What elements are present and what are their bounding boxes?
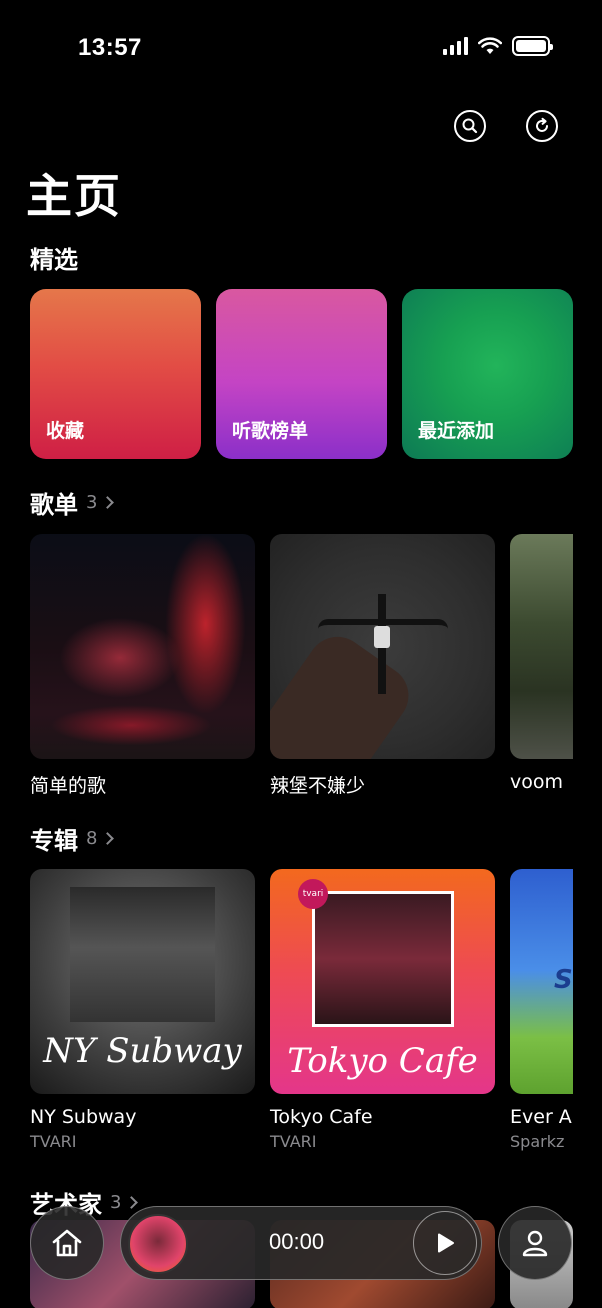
refresh-icon: [536, 117, 548, 132]
home-button[interactable]: [30, 1206, 104, 1280]
playback-time: 00:00: [269, 1229, 325, 1254]
playlists-title: 歌单: [30, 491, 78, 519]
featured-section-title: 精选: [30, 240, 78, 275]
play-icon: [438, 1233, 454, 1253]
status-time: 13:57: [78, 34, 142, 61]
playlists-row: 简单的歌 辣堡不嫌少 voom: [30, 534, 573, 798]
home-icon: [52, 1229, 82, 1257]
playlist-title: 简单的歌: [30, 775, 107, 797]
albums-row: NY Subway NY Subway TVARI tvari Tokyo Ca…: [30, 869, 573, 1151]
chevron-right-icon: [101, 496, 115, 509]
album-cover-text: NY Subway: [43, 1031, 242, 1071]
album-title: Tokyo Cafe: [270, 1106, 373, 1128]
status-icons: [443, 36, 553, 56]
playlist-tile[interactable]: 简单的歌: [30, 534, 255, 798]
album-tile[interactable]: tvari Tokyo Cafe Tokyo Cafe TVARI: [270, 869, 495, 1151]
profile-button[interactable]: [498, 1206, 572, 1280]
refresh-button[interactable]: [526, 110, 558, 142]
album-title: Ever A: [510, 1106, 572, 1128]
listening-chart-label: 听歌榜单: [232, 420, 309, 442]
battery-icon: [512, 36, 553, 56]
play-button[interactable]: [413, 1211, 477, 1275]
album-cover-text: S: [554, 965, 573, 995]
recently-added-card[interactable]: 最近添加: [402, 289, 573, 459]
album-cover-tokyo-cafe: tvari Tokyo Cafe: [270, 869, 495, 1094]
playlist-tile[interactable]: voom: [510, 534, 573, 798]
search-button[interactable]: [454, 110, 486, 142]
page-title: 主页: [26, 169, 122, 223]
wifi-icon: [478, 37, 502, 54]
top-actions: [454, 110, 558, 142]
person-icon: [522, 1230, 548, 1257]
album-cover-text: Tokyo Cafe: [287, 1041, 478, 1081]
playlist-title: voom: [510, 771, 564, 793]
playlists-count: 3: [86, 492, 115, 513]
albums-title: 专辑: [30, 827, 78, 855]
album-artist: TVARI: [30, 1132, 77, 1151]
mini-player[interactable]: 00:00: [120, 1206, 482, 1280]
listening-chart-card[interactable]: 听歌榜单: [216, 289, 387, 459]
playlist-cover-bike: [270, 534, 495, 759]
favorites-label: 收藏: [46, 420, 85, 442]
bottom-bar: 00:00: [0, 1204, 602, 1284]
status-bar: 13:57: [0, 0, 602, 96]
playlists-section-header[interactable]: 歌单 3: [30, 485, 115, 520]
search-icon: [462, 118, 478, 134]
cellular-signal-icon: [443, 37, 468, 55]
chevron-right-icon: [101, 832, 115, 845]
recently-added-label: 最近添加: [418, 420, 495, 442]
album-title: NY Subway: [30, 1106, 137, 1128]
playlist-title: 辣堡不嫌少: [270, 775, 366, 797]
playlist-cover-forest: [510, 534, 573, 759]
favorites-card[interactable]: 收藏: [30, 289, 201, 459]
playlist-cover-city: [30, 534, 255, 759]
tvari-badge: tvari: [298, 879, 328, 909]
album-cover-sky: S: [510, 869, 573, 1094]
now-playing-thumbnail[interactable]: [128, 1214, 188, 1274]
album-artist: TVARI: [270, 1132, 317, 1151]
album-tile[interactable]: NY Subway NY Subway TVARI: [30, 869, 255, 1151]
featured-title: 精选: [30, 246, 78, 274]
albums-section-header[interactable]: 专辑 8: [30, 821, 115, 856]
featured-row: 收藏 听歌榜单 最近添加: [30, 289, 573, 459]
albums-count: 8: [86, 828, 115, 849]
album-tile[interactable]: S Ever A Sparkz: [510, 869, 573, 1151]
album-artist: Sparkz: [510, 1132, 565, 1151]
album-cover-ny-subway: NY Subway: [30, 869, 255, 1094]
playlist-tile[interactable]: 辣堡不嫌少: [270, 534, 495, 798]
